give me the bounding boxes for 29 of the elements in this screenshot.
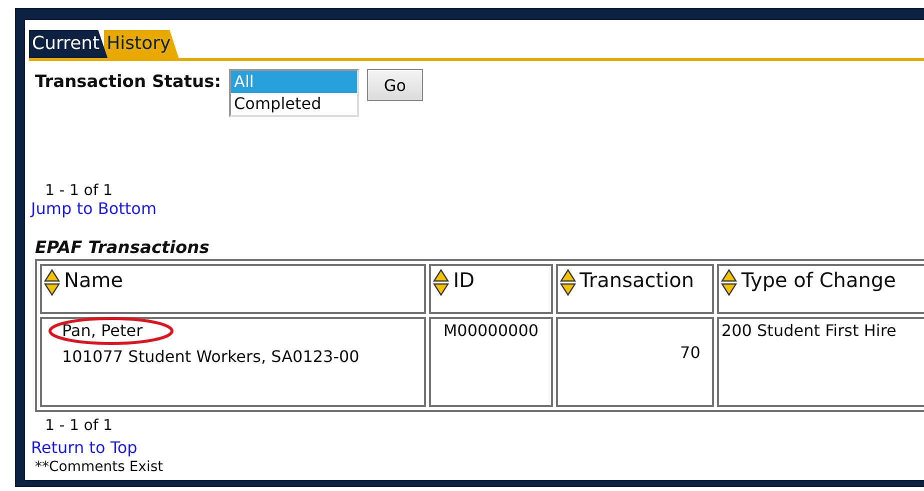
- table-cell: 70: [556, 317, 714, 407]
- listbox-option[interactable]: Completed: [231, 93, 357, 115]
- column-header[interactable]: Type of Change: [717, 264, 924, 314]
- pagination-text: 1 - 1 of 1: [45, 181, 114, 199]
- table-title: EPAF Transactions: [35, 238, 210, 258]
- tab[interactable]: History: [104, 30, 179, 58]
- return-to-top-link[interactable]: Return to Top: [31, 438, 138, 457]
- column-header[interactable]: ID: [429, 264, 553, 314]
- column-title: Name: [64, 268, 124, 292]
- sort-icon[interactable]: [433, 268, 450, 296]
- tab[interactable]: Current: [29, 30, 108, 58]
- table-cell: 200 Student First Hire: [717, 317, 924, 407]
- sort-icon[interactable]: [44, 268, 60, 296]
- column-title: Transaction: [580, 268, 694, 292]
- column-header[interactable]: Transaction: [556, 264, 714, 314]
- jump-to-bottom-link[interactable]: Jump to Bottom: [31, 199, 157, 218]
- employee-name: Pan, Peter: [62, 321, 143, 340]
- column-title: ID: [453, 268, 475, 292]
- go-button[interactable]: Go: [367, 69, 423, 101]
- column-header[interactable]: Name: [40, 264, 426, 314]
- sort-icon[interactable]: [721, 268, 738, 296]
- pagination-text: 1 - 1 of 1: [45, 416, 114, 434]
- column-title: Type of Change: [741, 268, 896, 292]
- field-label: Transaction Status:: [35, 72, 221, 92]
- footnote-text: **Comments Exist: [35, 459, 164, 475]
- position-text: 101077 Student Workers, SA0123-00: [62, 347, 360, 366]
- sort-icon[interactable]: [560, 268, 576, 296]
- status-listbox[interactable]: All Completed: [229, 69, 359, 117]
- table-cell: M00000000: [429, 317, 553, 407]
